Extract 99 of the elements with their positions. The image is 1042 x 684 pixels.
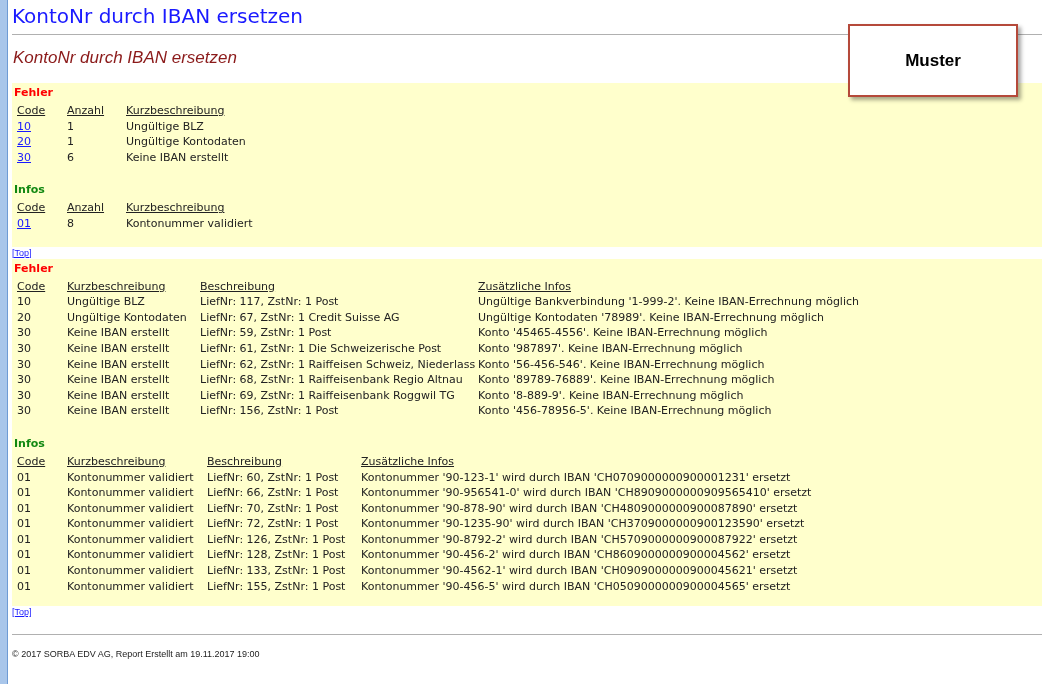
table-cell: 01 bbox=[17, 470, 31, 484]
table-cell: 01 bbox=[17, 548, 31, 562]
section-heading: Infos bbox=[14, 436, 46, 451]
table-cell: Ungültige BLZ bbox=[126, 119, 204, 133]
table-cell: LiefNr: 68, ZstNr: 1 Raiffeisenbank Regio Altnau bbox=[200, 373, 463, 387]
column-header: Beschreibung bbox=[200, 279, 276, 293]
table-cell: LiefNr: 59, ZstNr: 1 Post bbox=[200, 326, 332, 340]
table-cell: Ungültige Kontodaten bbox=[126, 135, 246, 149]
table-cell: Kontonummer validiert bbox=[67, 470, 194, 484]
table-cell: Ungültige Kontodaten bbox=[67, 310, 187, 324]
table-cell: 30 bbox=[17, 341, 31, 355]
column-header: Kurzbeschreibung bbox=[126, 201, 225, 215]
table-cell: Keine IBAN erstellt bbox=[67, 326, 170, 340]
table-cell: 30 bbox=[17, 357, 31, 371]
table-cell: LiefNr: 69, ZstNr: 1 Raiffeisenbank Roggwil TG bbox=[200, 388, 455, 402]
table-cell: Konto '56-456-546'. Keine IBAN-Errechnung möglich bbox=[478, 357, 765, 371]
table-cell: LiefNr: 156, ZstNr: 1 Post bbox=[200, 404, 339, 418]
report-title: KontoNr durch IBAN ersetzen bbox=[13, 48, 237, 68]
table-cell: LiefNr: 62, ZstNr: 1 Raiffeisen Schweiz, Niederlass bbox=[200, 357, 476, 371]
table-cell: Konto '89789-76889'. Keine IBAN-Errechnung möglich bbox=[478, 373, 775, 387]
table-cell: Kontonummer '90-456-5' wird durch IBAN 'CH0509000000900004565' ersetzt bbox=[361, 579, 791, 593]
table-cell: LiefNr: 60, ZstNr: 1 Post bbox=[207, 470, 339, 484]
table-cell: Konto '45465-4556'. Keine IBAN-Errechnung möglich bbox=[478, 326, 768, 340]
table-cell: Ungültige Kontodaten '78989'. Keine IBAN-Errechnung möglich bbox=[478, 310, 824, 324]
column-header: Kurzbeschreibung bbox=[67, 279, 166, 293]
footer-text: © 2017 SORBA EDV AG, Report Erstellt am 19.11.2017 19:00 bbox=[12, 649, 261, 661]
table-cell: Kontonummer validiert bbox=[67, 579, 194, 593]
column-header: Zusätzliche Infos bbox=[361, 454, 454, 468]
column-header: Code bbox=[17, 454, 46, 468]
table-cell: 8 bbox=[67, 216, 74, 230]
table-cell: Keine IBAN erstellt bbox=[67, 388, 170, 402]
table-cell: Kontonummer '90-123-1' wird durch IBAN 'CH0709000000900001231' ersetzt bbox=[361, 470, 791, 484]
column-header: Code bbox=[17, 201, 46, 215]
table-cell: 30 bbox=[17, 388, 31, 402]
table-cell: Kontonummer validiert bbox=[67, 548, 194, 562]
table-cell: Kontonummer '90-8792-2' wird durch IBAN 'CH5709000000900087922' ersetzt bbox=[361, 532, 798, 546]
table-cell: Kontonummer '90-456-2' wird durch IBAN 'CH8609000000900004562' ersetzt bbox=[361, 548, 791, 562]
table-cell: 20 bbox=[17, 310, 31, 324]
table-cell: Konto '987897'. Keine IBAN-Errechnung möglich bbox=[478, 341, 743, 355]
table-cell: Kontonummer validiert bbox=[67, 532, 194, 546]
table-cell: LiefNr: 67, ZstNr: 1 Credit Suisse AG bbox=[200, 310, 400, 324]
table-cell: LiefNr: 133, ZstNr: 1 Post bbox=[207, 564, 346, 578]
table-cell: 30 bbox=[17, 404, 31, 418]
table-cell: 6 bbox=[67, 150, 74, 164]
table-cell: 10 bbox=[17, 295, 31, 309]
code-link[interactable]: 20 bbox=[17, 135, 31, 149]
table-cell: LiefNr: 128, ZstNr: 1 Post bbox=[207, 548, 346, 562]
table-cell: LiefNr: 72, ZstNr: 1 Post bbox=[207, 517, 339, 531]
section-heading: Fehler bbox=[14, 261, 54, 276]
table-cell: Keine IBAN erstellt bbox=[67, 357, 170, 371]
table-cell: 01 bbox=[17, 501, 31, 515]
table-cell: Konto '8-889-9'. Keine IBAN-Errechnung möglich bbox=[478, 388, 744, 402]
table-cell: 30 bbox=[17, 326, 31, 340]
column-header: Beschreibung bbox=[207, 454, 283, 468]
table-cell: Kontonummer validiert bbox=[126, 216, 253, 230]
column-header: Code bbox=[17, 279, 46, 293]
table-cell: Ungültige BLZ bbox=[67, 295, 145, 309]
table-cell: LiefNr: 66, ZstNr: 1 Post bbox=[207, 486, 339, 500]
table-cell: Kontonummer validiert bbox=[67, 501, 194, 515]
table-cell: LiefNr: 155, ZstNr: 1 Post bbox=[207, 579, 346, 593]
column-header: Kurzbeschreibung bbox=[126, 104, 225, 117]
table-cell: LiefNr: 70, ZstNr: 1 Post bbox=[207, 501, 339, 515]
column-header: Zusätzliche Infos bbox=[478, 279, 571, 293]
table-cell: 1 bbox=[67, 135, 74, 149]
code-link[interactable]: 30 bbox=[17, 150, 31, 164]
table-cell: 01 bbox=[17, 564, 31, 578]
top-link[interactable]: [Top] bbox=[12, 607, 32, 618]
table-cell: Keine IBAN erstellt bbox=[126, 150, 229, 164]
table-cell: Kontonummer validiert bbox=[67, 517, 194, 531]
column-header: Kurzbeschreibung bbox=[67, 454, 166, 468]
table-cell: 01 bbox=[17, 579, 31, 593]
table-cell: Kontonummer validiert bbox=[67, 564, 194, 578]
column-header: Code bbox=[17, 104, 46, 117]
top-link[interactable]: [Top] bbox=[12, 247, 32, 258]
table-cell: Konto '456-78956-5'. Keine IBAN-Errechnung möglich bbox=[478, 404, 772, 418]
section-heading: Fehler bbox=[14, 86, 54, 100]
code-link[interactable]: 01 bbox=[17, 216, 31, 230]
table-cell: LiefNr: 126, ZstNr: 1 Post bbox=[207, 532, 346, 546]
table-cell: Kontonummer '90-878-90' wird durch IBAN 'CH4809000000900087890' ersetzt bbox=[361, 501, 798, 515]
table-cell: LiefNr: 117, ZstNr: 1 Post bbox=[200, 295, 339, 309]
section-heading: Infos bbox=[14, 183, 46, 198]
table-cell: Keine IBAN erstellt bbox=[67, 341, 170, 355]
table-cell: Keine IBAN erstellt bbox=[67, 373, 170, 387]
column-header: Anzahl bbox=[67, 104, 105, 117]
sample-stamp: Muster bbox=[848, 24, 1018, 97]
table-cell: 01 bbox=[17, 532, 31, 546]
table-cell: LiefNr: 61, ZstNr: 1 Die Schweizerische Post bbox=[200, 341, 442, 355]
table-cell: 1 bbox=[67, 119, 74, 133]
table-cell: 30 bbox=[17, 373, 31, 387]
code-link[interactable]: 10 bbox=[17, 119, 31, 133]
table-cell: Kontonummer '90-956541-0' wird durch IBAN 'CH8909000000909565410' ersetzt bbox=[361, 486, 812, 500]
column-header: Anzahl bbox=[67, 201, 105, 215]
table-cell: 01 bbox=[17, 486, 31, 500]
table-cell: Kontonummer '90-1235-90' wird durch IBAN 'CH3709000000900123590' ersetzt bbox=[361, 517, 805, 531]
table-cell: Kontonummer '90-4562-1' wird durch IBAN 'CH0909000000900045621' ersetzt bbox=[361, 564, 798, 578]
table-cell: Kontonummer validiert bbox=[67, 486, 194, 500]
table-cell: Ungültige Bankverbindung '1-999-2'. Keine IBAN-Errechnung möglich bbox=[478, 295, 859, 309]
table-cell: 01 bbox=[17, 517, 31, 531]
table-cell: Keine IBAN erstellt bbox=[67, 404, 170, 418]
